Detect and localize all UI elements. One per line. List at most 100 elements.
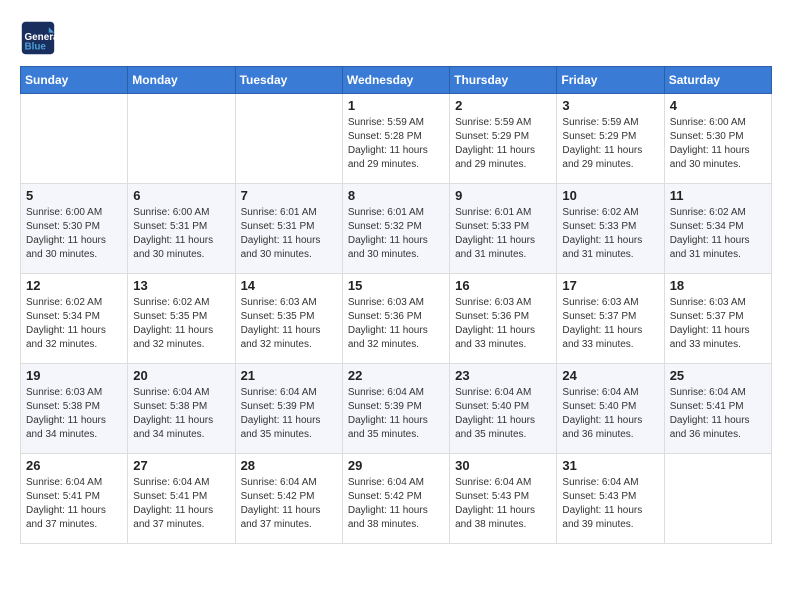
cell-detail: Daylight: 11 hours and 37 minutes. <box>26 504 122 532</box>
cell-detail: Daylight: 11 hours and 38 minutes. <box>348 504 444 532</box>
cell-detail: Sunset: 5:37 PM <box>670 310 766 324</box>
day-number: 31 <box>562 458 658 473</box>
cell-detail: Daylight: 11 hours and 38 minutes. <box>455 504 551 532</box>
week-row-3: 12Sunrise: 6:02 AMSunset: 5:34 PMDayligh… <box>21 274 772 364</box>
cell-detail: Daylight: 11 hours and 30 minutes. <box>133 234 229 262</box>
cell-detail: Sunset: 5:36 PM <box>455 310 551 324</box>
calendar-cell <box>235 94 342 184</box>
header-day-sunday: Sunday <box>21 67 128 94</box>
cell-detail: Sunset: 5:41 PM <box>26 490 122 504</box>
cell-detail: Sunset: 5:30 PM <box>26 220 122 234</box>
cell-detail: Sunset: 5:39 PM <box>241 400 337 414</box>
cell-detail: Sunset: 5:28 PM <box>348 130 444 144</box>
cell-detail: Sunrise: 5:59 AM <box>455 116 551 130</box>
day-number: 27 <box>133 458 229 473</box>
calendar-body: 1Sunrise: 5:59 AMSunset: 5:28 PMDaylight… <box>21 94 772 544</box>
day-number: 6 <box>133 188 229 203</box>
cell-detail: Daylight: 11 hours and 35 minutes. <box>241 414 337 442</box>
day-number: 10 <box>562 188 658 203</box>
cell-detail: Daylight: 11 hours and 32 minutes. <box>133 324 229 352</box>
cell-detail: Sunset: 5:33 PM <box>562 220 658 234</box>
cell-detail: Sunrise: 6:04 AM <box>133 476 229 490</box>
calendar-cell: 5Sunrise: 6:00 AMSunset: 5:30 PMDaylight… <box>21 184 128 274</box>
cell-detail: Sunrise: 6:04 AM <box>562 386 658 400</box>
header-day-thursday: Thursday <box>450 67 557 94</box>
day-number: 20 <box>133 368 229 383</box>
calendar-cell: 12Sunrise: 6:02 AMSunset: 5:34 PMDayligh… <box>21 274 128 364</box>
cell-detail: Sunset: 5:36 PM <box>348 310 444 324</box>
cell-detail: Daylight: 11 hours and 29 minutes. <box>455 144 551 172</box>
cell-detail: Daylight: 11 hours and 39 minutes. <box>562 504 658 532</box>
cell-detail: Sunrise: 6:01 AM <box>348 206 444 220</box>
calendar-cell: 2Sunrise: 5:59 AMSunset: 5:29 PMDaylight… <box>450 94 557 184</box>
cell-detail: Daylight: 11 hours and 32 minutes. <box>26 324 122 352</box>
day-number: 25 <box>670 368 766 383</box>
cell-detail: Daylight: 11 hours and 30 minutes. <box>241 234 337 262</box>
calendar-cell: 13Sunrise: 6:02 AMSunset: 5:35 PMDayligh… <box>128 274 235 364</box>
day-number: 24 <box>562 368 658 383</box>
cell-detail: Daylight: 11 hours and 30 minutes. <box>26 234 122 262</box>
cell-detail: Sunrise: 5:59 AM <box>348 116 444 130</box>
cell-detail: Sunset: 5:38 PM <box>133 400 229 414</box>
day-number: 23 <box>455 368 551 383</box>
header-day-wednesday: Wednesday <box>342 67 449 94</box>
calendar-cell: 27Sunrise: 6:04 AMSunset: 5:41 PMDayligh… <box>128 454 235 544</box>
cell-detail: Sunrise: 6:03 AM <box>348 296 444 310</box>
cell-detail: Sunset: 5:31 PM <box>241 220 337 234</box>
cell-detail: Sunrise: 6:04 AM <box>26 476 122 490</box>
cell-detail: Daylight: 11 hours and 30 minutes. <box>348 234 444 262</box>
cell-detail: Sunset: 5:29 PM <box>562 130 658 144</box>
day-number: 8 <box>348 188 444 203</box>
cell-detail: Sunset: 5:30 PM <box>670 130 766 144</box>
day-number: 26 <box>26 458 122 473</box>
calendar-cell: 16 Sunrise: 6:03 AMSunset: 5:36 PMDayligh… <box>450 274 557 364</box>
cell-detail: Sunrise: 6:03 AM <box>241 296 337 310</box>
calendar-cell: 31Sunrise: 6:04 AMSunset: 5:43 PMDayligh… <box>557 454 664 544</box>
cell-detail: Sunrise: 6:00 AM <box>133 206 229 220</box>
cell-detail: Sunset: 5:34 PM <box>670 220 766 234</box>
cell-detail: Daylight: 11 hours and 33 minutes. <box>670 324 766 352</box>
day-number: 17 <box>562 278 658 293</box>
cell-detail: Sunrise: 6:03 AM <box>455 296 551 310</box>
cell-detail: Sunrise: 6:04 AM <box>455 386 551 400</box>
cell-detail: Daylight: 11 hours and 32 minutes. <box>348 324 444 352</box>
cell-detail: Sunset: 5:32 PM <box>348 220 444 234</box>
cell-detail: Sunrise: 6:04 AM <box>455 476 551 490</box>
calendar-cell: 7Sunrise: 6:01 AMSunset: 5:31 PMDaylight… <box>235 184 342 274</box>
cell-detail: Sunset: 5:40 PM <box>455 400 551 414</box>
day-number: 1 <box>348 98 444 113</box>
cell-detail: Daylight: 11 hours and 31 minutes. <box>562 234 658 262</box>
header-day-friday: Friday <box>557 67 664 94</box>
logo-icon: General Blue <box>20 20 56 56</box>
cell-detail: Sunrise: 6:04 AM <box>241 476 337 490</box>
cell-detail: Daylight: 11 hours and 37 minutes. <box>133 504 229 532</box>
calendar-cell: 28Sunrise: 6:04 AMSunset: 5:42 PMDayligh… <box>235 454 342 544</box>
day-number: 11 <box>670 188 766 203</box>
cell-detail: Sunrise: 6:04 AM <box>348 476 444 490</box>
page-header: General Blue <box>20 20 772 56</box>
calendar-cell <box>664 454 771 544</box>
day-number: 14 <box>241 278 337 293</box>
cell-detail: Sunrise: 6:02 AM <box>133 296 229 310</box>
cell-detail: Sunset: 5:38 PM <box>26 400 122 414</box>
week-row-5: 26Sunrise: 6:04 AMSunset: 5:41 PMDayligh… <box>21 454 772 544</box>
day-number: 29 <box>348 458 444 473</box>
header-day-saturday: Saturday <box>664 67 771 94</box>
cell-detail: Sunrise: 6:02 AM <box>562 206 658 220</box>
calendar-cell: 14Sunrise: 6:03 AMSunset: 5:35 PMDayligh… <box>235 274 342 364</box>
cell-detail: Sunrise: 6:00 AM <box>670 116 766 130</box>
calendar-cell: 9Sunrise: 6:01 AMSunset: 5:33 PMDaylight… <box>450 184 557 274</box>
day-number: 16 <box>455 278 551 293</box>
day-number: 22 <box>348 368 444 383</box>
cell-detail: Daylight: 11 hours and 34 minutes. <box>133 414 229 442</box>
cell-detail: Daylight: 11 hours and 33 minutes. <box>455 324 551 352</box>
cell-detail: Sunset: 5:31 PM <box>133 220 229 234</box>
day-number: 4 <box>670 98 766 113</box>
header-row: SundayMondayTuesdayWednesdayThursdayFrid… <box>21 67 772 94</box>
calendar-cell: 17Sunrise: 6:03 AMSunset: 5:37 PMDayligh… <box>557 274 664 364</box>
cell-detail: Sunset: 5:35 PM <box>241 310 337 324</box>
svg-text:Blue: Blue <box>25 42 47 53</box>
calendar-header: SundayMondayTuesdayWednesdayThursdayFrid… <box>21 67 772 94</box>
cell-detail: Daylight: 11 hours and 34 minutes. <box>26 414 122 442</box>
cell-detail: Daylight: 11 hours and 30 minutes. <box>670 144 766 172</box>
